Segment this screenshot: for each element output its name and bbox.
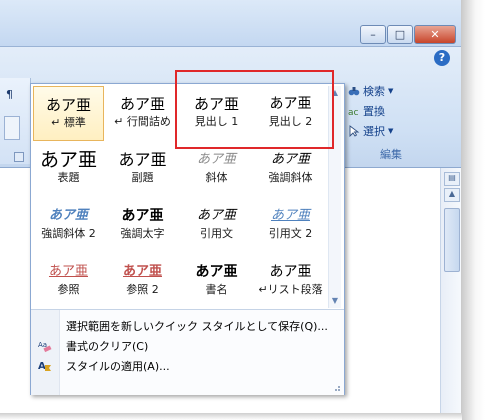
ribbon-control-edge[interactable] [4,116,20,140]
style-sample: あア亜 [195,264,238,280]
style-sample: あア亜 [270,152,310,167]
scroll-down-icon[interactable]: ▼ [330,296,340,306]
style-strong[interactable]: あア亜 強調太字 [107,198,178,253]
scroll-up-icon[interactable]: ▲ [444,188,460,202]
style-label: 強調斜体 [268,171,313,184]
find-button[interactable]: 検索 ▼ [348,82,393,100]
dialog-launcher-icon[interactable] [14,152,24,162]
window-shadow [461,0,485,420]
style-label: 引用文 [200,227,233,240]
style-label: ↵リスト段落 [258,283,323,296]
style-sample: あア亜 [196,152,236,167]
binoculars-icon [348,87,360,96]
style-label: 参照 2 [126,283,159,296]
vertical-scrollbar[interactable]: ▤ ▲ [440,168,461,413]
style-title[interactable]: あア亜 表題 [33,142,104,197]
style-label: ↵ 標準 [51,116,86,129]
style-sample: あア亜 [39,149,97,171]
edit-group: 検索 ▼ ac 置換 選択 ▼ 編集 [342,80,440,164]
clear-format-icon: Aa [36,338,54,354]
style-book-title[interactable]: あア亜 書名 [181,254,252,309]
style-sample: あア亜 [121,208,164,224]
style-sample: あア亜 [45,96,91,114]
edit-group-caption: 編集 [380,148,402,161]
style-list-paragraph[interactable]: あア亜 ↵リスト段落 [255,254,326,309]
menu-item-save-quick-style[interactable]: 選択範囲を新しいクイック スタイルとして保存(Q)... [31,316,344,336]
style-label: 参照 [57,283,80,296]
style-sample: あア亜 [48,208,88,223]
style-sample: あア亜 [118,150,167,169]
svg-text:ac: ac [348,108,359,117]
style-subtitle[interactable]: あア亜 副題 [107,142,178,197]
menu-item-apply-styles[interactable]: A スタイルの適用(A)... [31,356,344,376]
select-label: 選択 [363,125,385,138]
replace-label: 置換 [363,105,385,118]
title-bar: – □ ✕ [0,0,465,47]
chevron-down-icon: ▼ [388,87,394,95]
style-label: 引用文 2 [268,227,313,240]
style-label: 副題 [131,171,154,184]
replace-button[interactable]: ac 置換 [348,102,385,120]
blank-icon [36,318,54,334]
style-subtle-emphasis[interactable]: あア亜 斜体 [181,142,252,197]
replace-icon: ac [348,108,359,117]
style-subtle-reference[interactable]: あア亜 参照 [33,254,104,309]
svg-text:A: A [38,361,46,372]
style-intense-quote[interactable]: あア亜 引用文 2 [255,198,326,253]
maximize-button[interactable]: □ [387,25,413,44]
find-label: 検索 [363,85,385,98]
style-quote[interactable]: あア亜 引用文 [181,198,252,253]
style-emphasis[interactable]: あア亜 強調斜体 [255,142,326,197]
window-shadow-bottom [0,413,462,420]
resize-grip-icon[interactable] [331,382,341,392]
scroll-thumb[interactable] [444,208,460,272]
style-intense-reference[interactable]: あア亜 参照 2 [107,254,178,309]
menu-item-label: 選択範囲を新しいクイック スタイルとして保存(Q)... [66,320,328,333]
style-sample: あア亜 [269,264,312,280]
gallery-menu: 選択範囲を新しいクイック スタイルとして保存(Q)... Aa 書式のクリア(C… [31,309,344,395]
ruler-toggle-icon[interactable]: ▤ [444,172,460,186]
apply-styles-icon: A [36,358,54,374]
style-sample: あア亜 [48,264,88,279]
style-normal[interactable]: あア亜 ↵ 標準 [33,86,104,141]
style-intense-emphasis[interactable]: あア亜 強調斜体 2 [33,198,104,253]
style-label: ↵ 行間詰め [114,115,171,128]
menu-item-label: 書式のクリア(C) [66,340,149,353]
window-controls: – □ ✕ [360,25,457,44]
style-sample: あア亜 [119,95,165,113]
close-button[interactable]: ✕ [414,25,456,44]
select-arrow-icon [349,125,360,137]
menu-item-clear-formatting[interactable]: Aa 書式のクリア(C) [31,336,344,356]
style-label: 強調太字 [120,227,165,240]
help-icon[interactable]: ? [434,50,450,66]
style-label: 強調斜体 2 [41,227,96,240]
annotation-highlight-box [175,70,334,149]
paragraph-mark-icon[interactable]: ¶ [6,88,13,101]
style-label: 書名 [205,283,228,296]
style-label: 斜体 [205,171,228,184]
style-label: 表題 [57,171,80,184]
style-sample: あア亜 [196,208,236,223]
style-no-spacing[interactable]: あア亜 ↵ 行間詰め [107,86,178,141]
minimize-button[interactable]: – [360,25,386,44]
menu-item-label: スタイルの適用(A)... [66,360,170,373]
select-button[interactable]: 選択 ▼ [348,122,393,140]
style-sample: あア亜 [270,208,310,223]
chevron-down-icon: ▼ [388,127,394,135]
style-sample: あア亜 [122,264,162,279]
